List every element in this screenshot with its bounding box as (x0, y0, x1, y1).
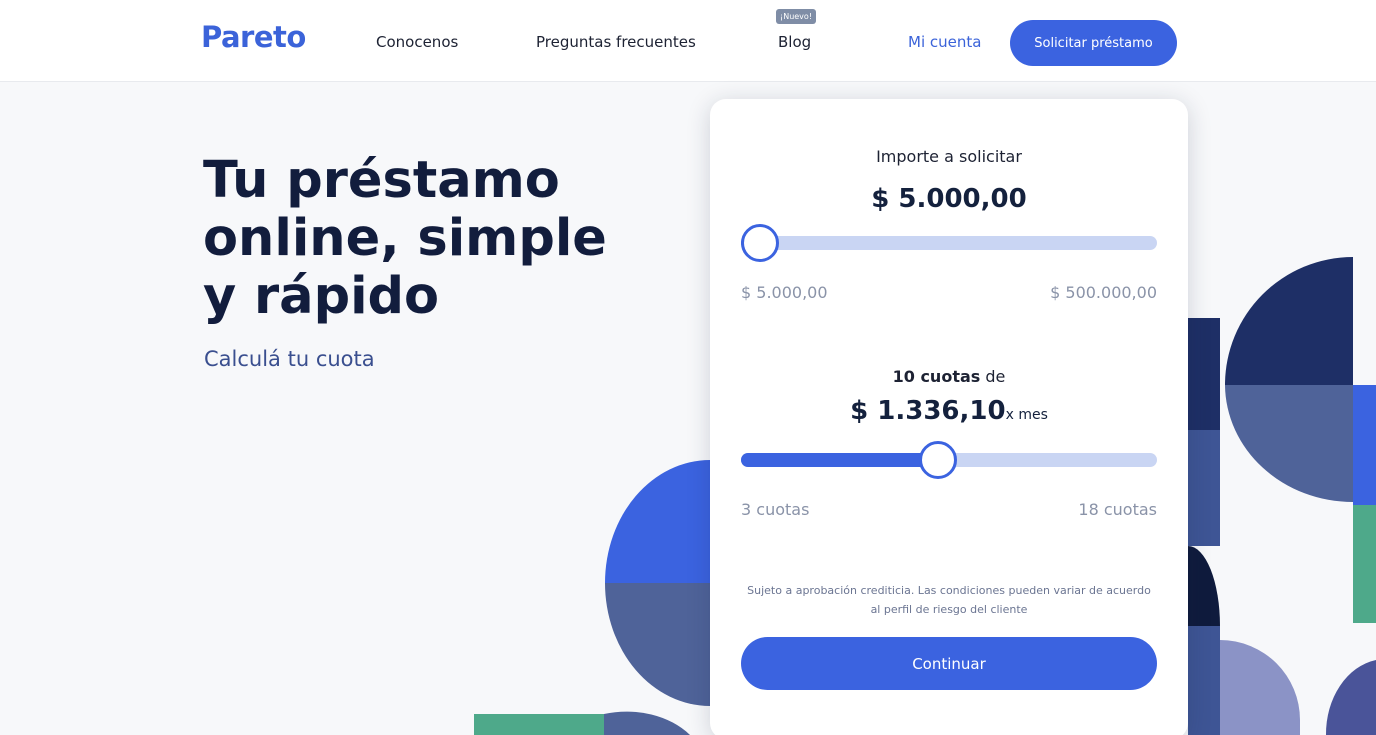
installments-slider[interactable] (741, 441, 1157, 479)
nav-conocenos[interactable]: Conocenos (376, 33, 458, 51)
deco-green-bar (474, 714, 604, 735)
installment-unit: x mes (1005, 407, 1048, 423)
installment-amount: $ 1.336,10x mes (710, 396, 1188, 426)
deco-lilac-quarter (1220, 640, 1300, 735)
hero-title: Tu préstamo online, simple y rápido (203, 151, 607, 326)
installments-max-label: 18 cuotas (1078, 500, 1157, 519)
hero-subtitle: Calculá tu cuota (204, 347, 375, 371)
installments-suffix: de (985, 367, 1006, 386)
deco-navy-quarter (1225, 257, 1353, 385)
top-navbar: Pareto Conocenos Preguntas frecuentes ¡N… (0, 0, 1376, 82)
installments-count: 10 cuotas (892, 367, 981, 386)
amount-slider[interactable] (741, 224, 1157, 262)
amount-max-label: $ 500.000,00 (1050, 283, 1157, 302)
amount-slider-thumb[interactable] (741, 224, 779, 262)
nav-preguntas-frecuentes[interactable]: Preguntas frecuentes (536, 33, 696, 51)
credit-disclaimer: Sujeto a aprobación crediticia. Las cond… (747, 584, 1151, 616)
installments-slider-thumb[interactable] (919, 441, 957, 479)
my-account-link[interactable]: Mi cuenta (908, 33, 981, 51)
request-loan-button[interactable]: Solicitar préstamo (1010, 20, 1177, 66)
deco-slate-strip (1188, 430, 1220, 546)
loan-calculator-card: Importe a solicitar $ 5.000,00 $ 5.000,0… (710, 99, 1188, 735)
installments-heading: 10 cuotas de (710, 367, 1188, 386)
installments-min-label: 3 cuotas (741, 500, 810, 519)
pareto-logo[interactable]: Pareto (201, 20, 306, 54)
amount-value: $ 5.000,00 (871, 184, 1027, 214)
amount-label: Importe a solicitar (876, 147, 1022, 166)
deco-quarter-slate (605, 583, 710, 706)
deco-green-edge (1353, 505, 1376, 623)
nav-blog[interactable]: Blog (778, 33, 811, 51)
deco-dark-half (1188, 546, 1220, 626)
deco-navy-strip (1188, 318, 1220, 430)
installment-value: $ 1.336,10 (850, 396, 1006, 426)
new-badge: ¡Nuevo! (776, 9, 817, 24)
deco-blue-edge (1353, 385, 1376, 505)
installments-slider-fill (741, 453, 938, 467)
deco-indigo-half (1325, 660, 1376, 735)
continue-button[interactable]: Continuar (741, 637, 1157, 690)
amount-min-label: $ 5.000,00 (741, 283, 828, 302)
deco-slate-strip-2 (1188, 626, 1220, 735)
deco-quarter-blue (605, 460, 710, 583)
deco-slate-quarter (1225, 385, 1353, 502)
deco-slate-arc (604, 711, 690, 735)
